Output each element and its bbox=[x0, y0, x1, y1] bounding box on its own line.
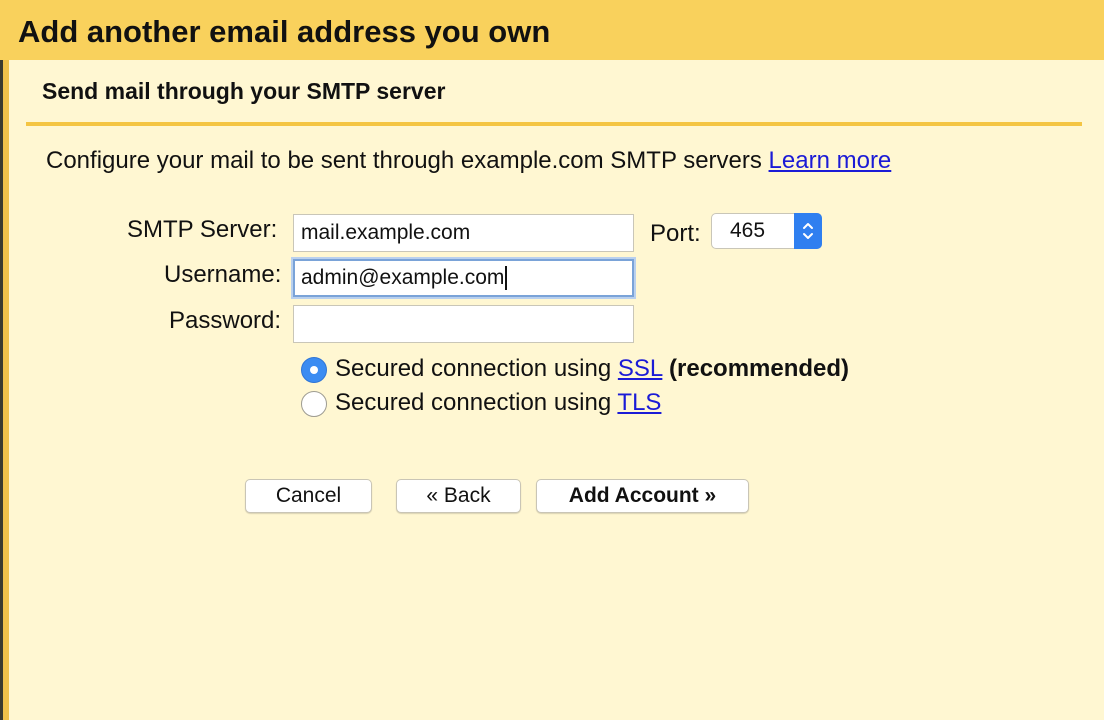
smtp-server-input[interactable]: mail.example.com bbox=[293, 214, 634, 252]
learn-more-link[interactable]: Learn more bbox=[769, 147, 892, 174]
intro-text: Configure your mail to be sent through e… bbox=[46, 147, 891, 175]
password-label: Password: bbox=[169, 307, 282, 334]
ssl-option-label[interactable]: Secured connection using SSL (recommende… bbox=[335, 355, 849, 383]
text-caret bbox=[505, 266, 508, 291]
tls-prefix: Secured connection using bbox=[335, 389, 618, 416]
ssl-prefix: Secured connection using bbox=[335, 355, 618, 382]
dialog-title: Add another email address you own bbox=[18, 14, 551, 49]
port-label: Port: bbox=[650, 220, 701, 247]
section-title: Send mail through your SMTP server bbox=[42, 78, 446, 104]
window-shadow-edge bbox=[0, 0, 3, 720]
password-input[interactable] bbox=[293, 305, 634, 343]
cancel-button[interactable]: Cancel bbox=[245, 479, 372, 513]
add-account-button[interactable]: Add Account » bbox=[536, 479, 749, 513]
tls-option-label[interactable]: Secured connection using TLS bbox=[335, 389, 661, 417]
username-value: admin@example.com bbox=[301, 266, 505, 289]
port-value: 465 bbox=[730, 219, 766, 242]
ssl-radio[interactable] bbox=[301, 357, 327, 383]
smtp-server-label: SMTP Server: bbox=[127, 216, 278, 243]
tls-link[interactable]: TLS bbox=[617, 389, 661, 416]
smtp-server-value: mail.example.com bbox=[301, 221, 471, 244]
dialog-header: Add another email address you own bbox=[0, 0, 1104, 60]
username-label: Username: bbox=[164, 261, 282, 288]
username-input[interactable]: admin@example.com bbox=[293, 259, 634, 297]
chevron-up-down-icon[interactable] bbox=[794, 213, 822, 249]
tls-radio[interactable] bbox=[301, 391, 327, 417]
section-divider bbox=[26, 122, 1082, 126]
port-select[interactable]: 465 bbox=[711, 213, 822, 249]
dialog-body: Send mail through your SMTP server Confi… bbox=[9, 60, 1104, 720]
ssl-recommended: (recommended) bbox=[669, 355, 850, 382]
back-button[interactable]: « Back bbox=[396, 479, 521, 513]
intro-description: Configure your mail to be sent through e… bbox=[46, 147, 769, 174]
ssl-link[interactable]: SSL bbox=[618, 355, 662, 382]
